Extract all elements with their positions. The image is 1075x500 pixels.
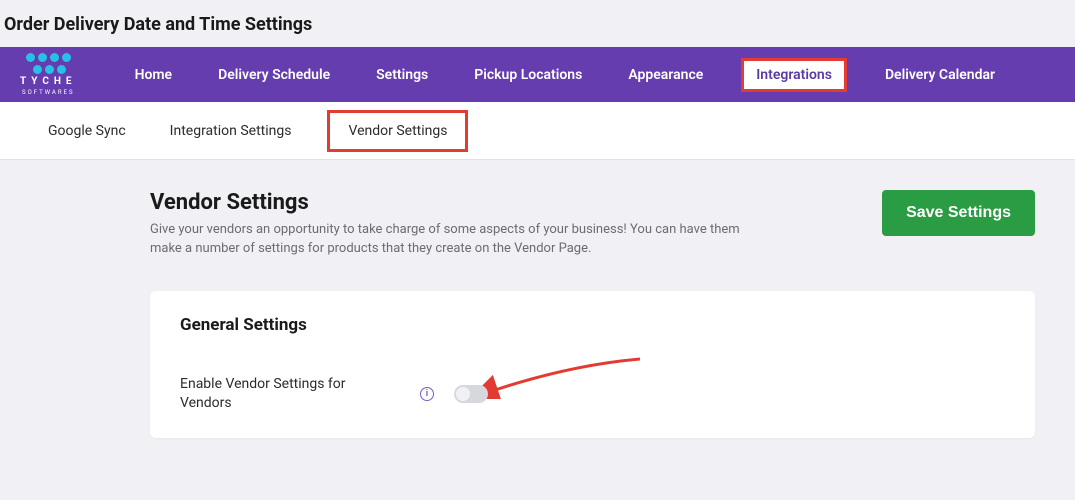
nav-home[interactable]: Home — [127, 61, 181, 89]
section-description: Give your vendors an opportunity to take… — [150, 221, 770, 259]
section-header: Vendor Settings Give your vendors an opp… — [150, 190, 1035, 259]
brand-sub: SOFTWARES — [22, 90, 74, 96]
nav-settings[interactable]: Settings — [368, 61, 436, 89]
primary-nav: TYCHE SOFTWARES Home Delivery Schedule S… — [0, 47, 1075, 102]
nav-pickup-locations[interactable]: Pickup Locations — [466, 61, 590, 89]
enable-vendor-toggle[interactable] — [454, 385, 488, 403]
nav-integrations[interactable]: Integrations — [741, 58, 847, 92]
content-area: Vendor Settings Give your vendors an opp… — [0, 160, 1075, 438]
panel-title: General Settings — [180, 315, 1005, 335]
page-title: Order Delivery Date and Time Settings — [0, 0, 1075, 47]
brand-logo: TYCHE SOFTWARES — [20, 53, 77, 96]
sub-tabs: Google Sync Integration Settings Vendor … — [0, 102, 1075, 160]
info-icon[interactable]: i — [420, 387, 434, 401]
section-title: Vendor Settings — [150, 190, 770, 215]
tab-vendor-settings[interactable]: Vendor Settings — [327, 110, 468, 152]
toggle-knob — [456, 387, 470, 401]
nav-delivery-calendar[interactable]: Delivery Calendar — [877, 61, 1003, 89]
setting-row-enable-vendor: Enable Vendor Settings for Vendors i — [180, 375, 1005, 414]
tab-google-sync[interactable]: Google Sync — [40, 117, 134, 145]
general-settings-panel: General Settings Enable Vendor Settings … — [150, 291, 1035, 438]
brand-name: TYCHE — [20, 77, 77, 87]
setting-label: Enable Vendor Settings for Vendors — [180, 375, 400, 414]
tab-integration-settings[interactable]: Integration Settings — [162, 117, 300, 145]
nav-appearance[interactable]: Appearance — [620, 61, 711, 89]
nav-delivery-schedule[interactable]: Delivery Schedule — [210, 61, 338, 89]
save-settings-button[interactable]: Save Settings — [882, 190, 1035, 236]
